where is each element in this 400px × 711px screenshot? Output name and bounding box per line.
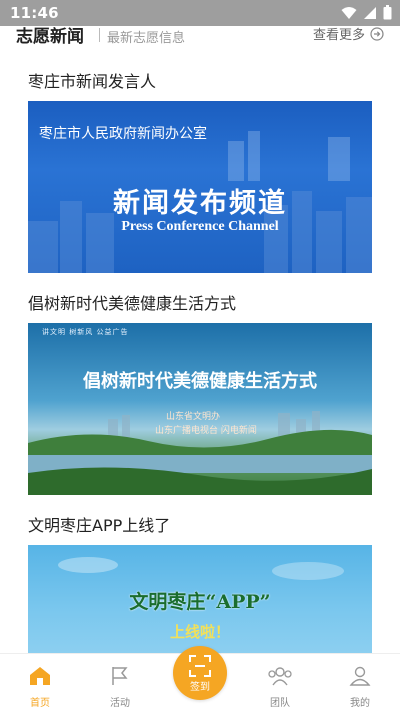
person-icon: [349, 666, 371, 686]
news-image-2[interactable]: 讲文明 树新风 公益广告 倡树新时代美德健康生活方式 山东省文明办 山东广播电视…: [28, 323, 372, 495]
news-image-1[interactable]: 枣庄市人民政府新闻办公室 新闻发布频道 Press Conference Cha…: [28, 101, 372, 273]
tab-home-label: 首页: [30, 698, 50, 709]
image-main-text: 倡树新时代美德健康生活方式: [83, 371, 317, 392]
view-more-label: 查看更多: [312, 28, 365, 43]
scan-icon: [189, 655, 211, 677]
section-divider: [99, 28, 100, 42]
image-main-text: 新闻发布频道: [113, 188, 287, 219]
arrow-right-circle-icon: [370, 26, 384, 41]
tab-activity-label: 活动: [110, 698, 130, 709]
checkin-label: 签到: [190, 682, 210, 693]
home-icon: [30, 667, 50, 685]
news-title-1[interactable]: 枣庄市新闻发言人: [28, 68, 156, 92]
news-image-3[interactable]: 文明枣庄“APP” 上线啦！: [28, 545, 372, 653]
tab-home[interactable]: 首页: [10, 666, 70, 709]
image-tagline-text: 讲文明 树新风 公益广告: [42, 328, 129, 336]
section-subtitle: 最新志愿信息: [107, 31, 186, 46]
team-icon: [268, 667, 292, 686]
tab-activity[interactable]: 活动: [90, 666, 150, 709]
flag-icon: [112, 667, 128, 685]
image-sub-text: 上线啦！: [169, 623, 230, 641]
section-title: 志愿新闻: [16, 27, 84, 47]
image-credit-1: 山东省文明办: [166, 412, 221, 422]
wifi-icon: [341, 6, 357, 19]
news-title-3[interactable]: 文明枣庄APP上线了: [28, 512, 170, 536]
tab-mine[interactable]: 我的: [330, 666, 390, 709]
status-time: 11:46: [10, 4, 59, 22]
image-main-text: 文明枣庄“APP”: [129, 591, 271, 613]
image-credit-2: 山东广播电视台 闪电新闻: [155, 426, 257, 436]
image-office-text: 枣庄市人民政府新闻办公室: [39, 126, 207, 142]
battery-icon: [383, 5, 392, 20]
view-more-link[interactable]: 查看更多: [313, 24, 384, 43]
news-title-2[interactable]: 倡树新时代美德健康生活方式: [28, 290, 236, 314]
checkin-button[interactable]: 签到: [173, 646, 227, 700]
tab-team[interactable]: 团队: [250, 666, 310, 709]
image-sub-text: Press Conference Channel: [121, 219, 279, 234]
tab-team-label: 团队: [270, 698, 290, 709]
status-icons: [341, 5, 392, 20]
tab-mine-label: 我的: [350, 698, 370, 709]
section-header: 志愿新闻 最新志愿信息 查看更多: [0, 22, 400, 47]
signal-icon: [364, 6, 376, 19]
